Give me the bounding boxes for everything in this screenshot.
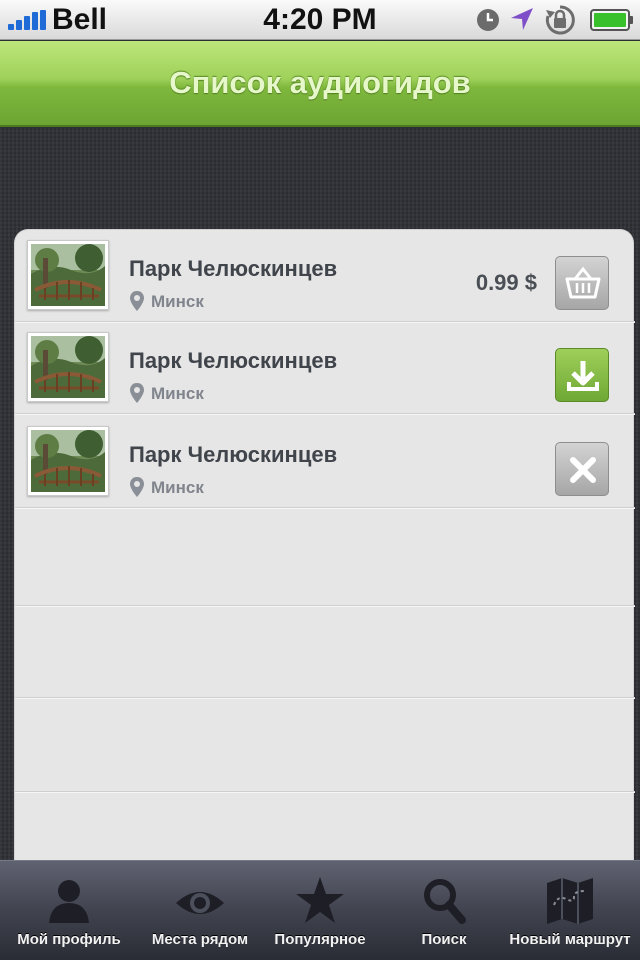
empty-row bbox=[15, 514, 635, 606]
buy-button[interactable] bbox=[555, 256, 609, 310]
tab-nearby[interactable]: Места рядом bbox=[138, 861, 262, 960]
tab-popular[interactable]: Популярное bbox=[262, 861, 378, 960]
empty-row bbox=[15, 606, 635, 698]
location-pin-icon bbox=[130, 477, 144, 497]
tab-label: Мой профиль bbox=[17, 931, 121, 948]
delete-button[interactable] bbox=[555, 442, 609, 496]
clock-icon bbox=[477, 9, 499, 31]
guide-thumbnail bbox=[27, 332, 109, 402]
guide-thumbnail bbox=[27, 426, 109, 496]
list-item[interactable]: Парк Челюскинцев Минск bbox=[15, 416, 635, 508]
tab-label: Поиск bbox=[421, 931, 467, 948]
tab-my-profile[interactable]: Мой профиль bbox=[0, 861, 138, 960]
download-button[interactable] bbox=[555, 348, 609, 402]
download-icon bbox=[567, 361, 599, 391]
park-image bbox=[31, 430, 105, 492]
tab-bar: Мой профиль Места рядом Популярное Поиск… bbox=[0, 860, 640, 960]
profile-icon bbox=[49, 880, 89, 923]
guide-title: Парк Челюскинцев bbox=[129, 256, 338, 281]
guide-thumbnail bbox=[27, 240, 109, 310]
park-image bbox=[31, 336, 105, 398]
guide-list: Парк Челюскинцев Минск 0.99 $ Парк Челюс… bbox=[14, 229, 635, 869]
battery-icon bbox=[590, 9, 633, 31]
location-pin-icon bbox=[130, 383, 144, 403]
close-icon bbox=[570, 457, 596, 483]
rotation-lock-icon bbox=[545, 5, 575, 35]
guide-price: 0.99 $ bbox=[475, 270, 537, 295]
status-bar: Bell 4:20 PM bbox=[0, 0, 640, 40]
map-icon bbox=[547, 878, 593, 924]
page-title: Список аудиогидов bbox=[169, 65, 471, 100]
star-icon bbox=[296, 877, 344, 923]
list-item[interactable]: Парк Челюскинцев Минск 0.99 $ bbox=[15, 230, 635, 322]
park-image bbox=[31, 244, 105, 306]
tab-new-route[interactable]: Новый маршрут bbox=[505, 861, 635, 960]
tab-label: Новый маршрут bbox=[509, 931, 631, 948]
guide-city: Минск bbox=[151, 384, 204, 403]
guide-title: Парк Челюскинцев bbox=[129, 348, 338, 373]
tab-label: Популярное bbox=[274, 931, 366, 948]
location-pin-icon bbox=[130, 291, 144, 311]
guide-city: Минск bbox=[151, 292, 204, 311]
empty-row bbox=[15, 700, 635, 792]
tab-label: Места рядом bbox=[151, 931, 249, 948]
search-icon bbox=[424, 879, 466, 924]
guide-city: Минск bbox=[151, 478, 204, 497]
nav-bar: Список аудиогидов bbox=[0, 41, 640, 127]
tab-search[interactable]: Поиск bbox=[386, 861, 502, 960]
eye-icon bbox=[176, 892, 224, 914]
list-item[interactable]: Парк Челюскинцев Минск bbox=[15, 322, 635, 414]
basket-icon bbox=[565, 266, 601, 299]
location-arrow-icon bbox=[511, 8, 533, 30]
guide-title: Парк Челюскинцев bbox=[129, 442, 338, 467]
